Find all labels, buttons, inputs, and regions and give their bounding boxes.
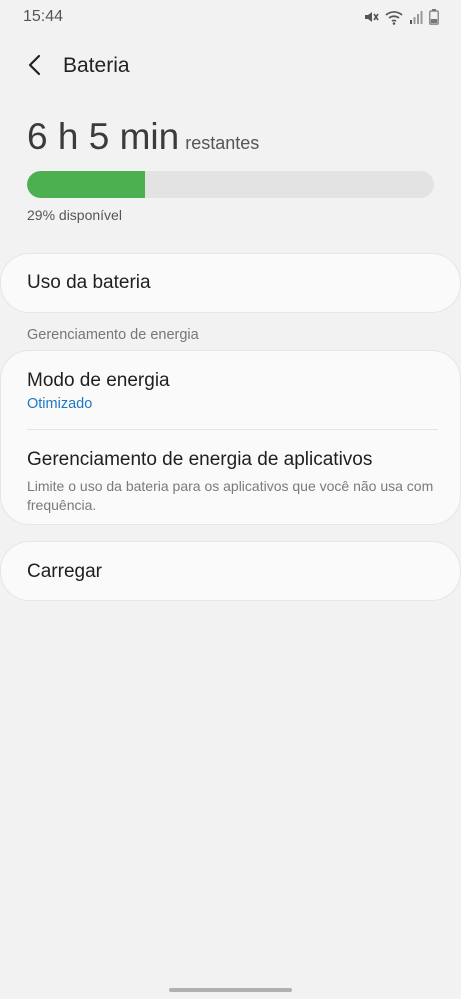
section-header-power-management: Gerenciamento de energia xyxy=(27,327,199,343)
page-title: Bateria xyxy=(63,54,130,77)
back-arrow-icon xyxy=(27,54,43,81)
app-power-management-description: Limite o uso da bateria para os aplicati… xyxy=(27,478,434,513)
power-mode-value: Otimizado xyxy=(27,396,93,412)
app-power-management-item[interactable]: Gerenciamento de energia de aplicativos … xyxy=(1,429,460,515)
status-icons xyxy=(363,9,439,25)
power-mode-item[interactable]: Modo de energia Otimizado xyxy=(1,351,460,429)
mute-icon xyxy=(363,9,379,25)
status-bar: 15:44 xyxy=(0,0,461,36)
battery-level-fill xyxy=(27,171,146,198)
power-mode-title: Modo de energia xyxy=(27,370,170,391)
charging-title: Carregar xyxy=(27,561,102,582)
status-time: 15:44 xyxy=(23,8,64,25)
battery-icon xyxy=(429,9,439,25)
battery-usage-item[interactable]: Uso da bateria xyxy=(1,254,460,312)
signal-icon xyxy=(409,10,423,24)
back-button[interactable] xyxy=(18,50,52,84)
wifi-icon xyxy=(385,10,403,25)
battery-level-bar xyxy=(27,171,434,198)
power-management-card: Modo de energia Otimizado Gerenciamento … xyxy=(1,351,460,524)
charging-item[interactable]: Carregar xyxy=(1,542,460,600)
app-bar: Bateria xyxy=(0,44,461,90)
battery-time-remaining: 6 h 5 min restantes xyxy=(27,116,259,158)
battery-usage-card: Uso da bateria xyxy=(1,254,460,312)
battery-available-text: 29% disponível xyxy=(27,207,122,223)
charging-card: Carregar xyxy=(1,542,460,600)
battery-time-value: 6 h 5 min xyxy=(27,116,180,157)
battery-usage-title: Uso da bateria xyxy=(27,272,151,293)
app-power-management-title: Gerenciamento de energia de aplicativos xyxy=(27,449,373,470)
home-indicator[interactable] xyxy=(169,988,292,992)
battery-time-suffix: restantes xyxy=(185,133,260,153)
